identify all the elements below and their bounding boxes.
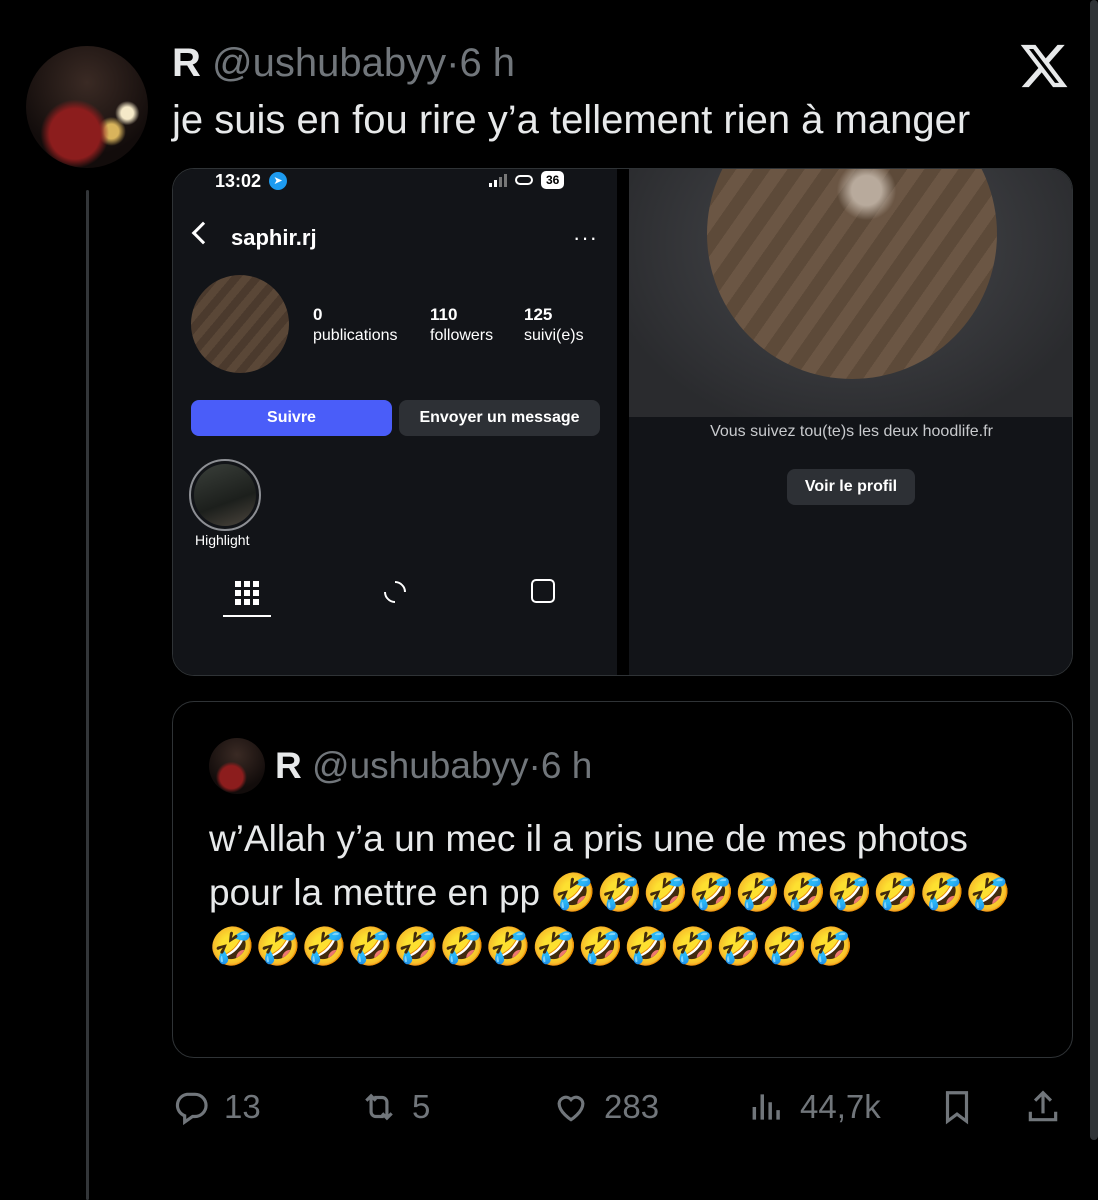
reels-icon	[379, 576, 412, 609]
bookmark-button[interactable]	[938, 1082, 976, 1132]
ig-username: saphir.rj	[231, 225, 317, 250]
header-separator: ·	[446, 41, 460, 85]
x-logo-icon	[1020, 44, 1068, 88]
quoted-author-name: R	[275, 745, 302, 786]
location-icon: ➤	[269, 172, 287, 190]
enlarged-photo-area	[629, 169, 1072, 417]
like-icon	[557, 1095, 585, 1122]
repost-count: 5	[412, 1088, 431, 1125]
grid-icon	[233, 579, 261, 607]
tweet-header: R @ushubabyy·6 h	[172, 40, 515, 86]
author-avatar[interactable]	[26, 46, 148, 168]
enlarged-profile-picture	[707, 169, 997, 379]
stat-value: 125	[524, 305, 553, 324]
quoted-separator: ·	[528, 745, 541, 786]
view-profile-button: Voir le profil	[787, 469, 915, 505]
ig-profile-picture	[191, 275, 289, 373]
quoted-tweet[interactable]: R @ushubabyy·6 h w’Allah y’a un mec il a…	[172, 701, 1073, 1058]
back-icon	[191, 221, 215, 245]
highlight-label: Highlight	[195, 532, 250, 548]
views-button[interactable]: 44,7k	[748, 1082, 881, 1132]
repost-button[interactable]: 5	[360, 1082, 430, 1132]
stat-following: 125 suivi(e)s	[524, 305, 584, 345]
ig-message-button: Envoyer un message	[399, 400, 600, 436]
reply-icon	[175, 1092, 208, 1126]
reply-button[interactable]: 13	[172, 1082, 261, 1132]
author-handle[interactable]: @ushubabyy	[212, 41, 446, 85]
instagram-picture-screenshot[interactable]: Vous suivez tou(te)s les deux hoodlife.f…	[629, 169, 1072, 675]
stat-followers: 110 followers	[430, 305, 493, 345]
stat-publications: 0 publications	[313, 305, 398, 345]
author-name[interactable]: R	[172, 41, 201, 85]
battery-icon: 36	[541, 171, 565, 189]
scrollbar[interactable]	[1090, 0, 1098, 1140]
repost-icon	[365, 1093, 393, 1121]
quoted-tweet-header: R @ushubabyy·6 h	[275, 744, 592, 788]
tagged-icon	[531, 579, 559, 607]
views-count: 44,7k	[800, 1088, 881, 1125]
quoted-author-handle: @ushubabyy	[312, 745, 529, 786]
thread-line	[86, 190, 89, 1200]
instagram-profile-screenshot[interactable]: 13:02 ➤ 36 saphir.rj ··· 0 publications …	[173, 169, 617, 675]
tweet-media[interactable]: 13:02 ➤ 36 saphir.rj ··· 0 publications …	[172, 168, 1073, 676]
reply-count: 13	[224, 1088, 261, 1125]
like-count: 283	[604, 1088, 660, 1125]
status-time: 13:02	[215, 171, 262, 191]
stat-label: suivi(e)s	[524, 327, 584, 344]
tweet-actions: 13 5 283 44,7k	[172, 1082, 1072, 1132]
quoted-author-avatar	[209, 738, 265, 794]
mutual-follow-text: Vous suivez tou(te)s les deux hoodlife.f…	[710, 423, 993, 440]
more-icon: ···	[573, 225, 598, 250]
share-button[interactable]	[1024, 1082, 1062, 1132]
signal-icon	[489, 173, 507, 187]
bookmark-icon	[945, 1091, 969, 1125]
phone-status-bar: 13:02 ➤ 36	[173, 169, 617, 199]
like-button[interactable]: 283	[552, 1082, 659, 1132]
share-icon	[1028, 1090, 1058, 1122]
views-icon	[752, 1094, 780, 1120]
quoted-tweet-time: 6 h	[540, 745, 593, 786]
stat-label: publications	[313, 327, 398, 344]
quoted-tweet-text: w’Allah y’a un mec il a pris une de mes …	[209, 818, 1012, 967]
tweet-text: je suis en fou rire y’a tellement rien à…	[172, 98, 971, 142]
tweet-time[interactable]: 6 h	[459, 41, 515, 85]
link-icon	[515, 175, 533, 185]
stat-value: 0	[313, 305, 323, 324]
ig-follow-button: Suivre	[191, 400, 392, 436]
highlight-circle	[189, 459, 261, 531]
active-tab-indicator	[223, 615, 271, 617]
stat-value: 110	[430, 305, 458, 324]
stat-label: followers	[430, 327, 494, 344]
